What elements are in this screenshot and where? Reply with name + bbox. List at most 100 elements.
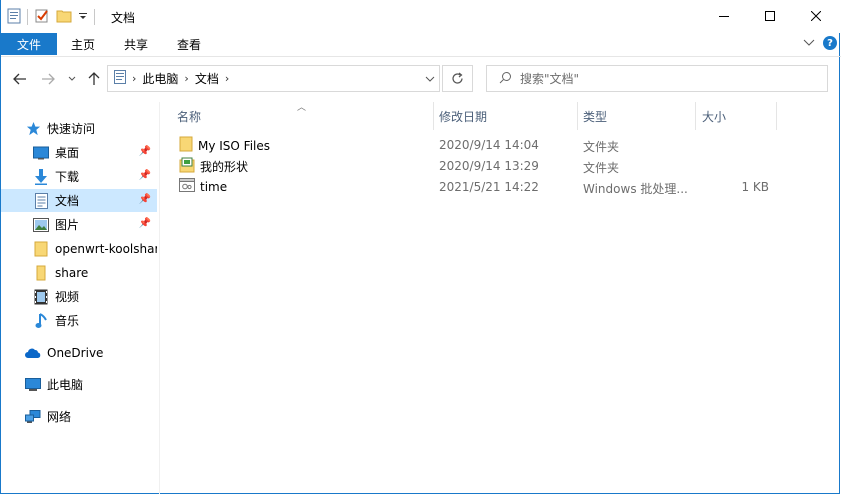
column-header-name[interactable]: 名称 [171, 102, 433, 130]
video-icon [33, 289, 49, 305]
sidebar-item-label: openwrt-koolshar [55, 241, 157, 256]
folder-icon [33, 241, 49, 257]
column-header-modified[interactable]: 修改日期 [433, 102, 577, 130]
maximize-button[interactable] [747, 0, 793, 32]
music-icon [33, 312, 49, 329]
sidebar-item-label: share [55, 265, 89, 280]
properties-icon[interactable] [34, 8, 50, 27]
chevron-right-icon[interactable]: › [132, 72, 136, 85]
file-row-my-iso-files[interactable]: My ISO Files 2020/9/14 14:04 文件夹 [175, 135, 795, 156]
tab-file[interactable]: 文件 [1, 33, 57, 55]
chevron-right-icon[interactable]: › [225, 72, 229, 85]
sidebar-item-music[interactable]: 音乐 [1, 309, 157, 332]
file-name[interactable]: 我的形状 [200, 158, 248, 175]
navigation-bar: › 此电脑 › 文档 › 搜索"文档" [1, 56, 841, 102]
sidebar-item-pictures[interactable]: 图片 📌 [1, 213, 157, 236]
file-type: 文件夹 [583, 161, 620, 175]
documents-icon [114, 70, 126, 87]
sidebar-item-downloads[interactable]: 下载 📌 [1, 165, 157, 188]
search-placeholder[interactable]: 搜索"文档" [520, 70, 579, 87]
new-folder-icon[interactable] [56, 8, 72, 27]
sidebar-item-label: OneDrive [47, 345, 104, 360]
ribbon-tabs: 文件 主页 共享 查看 ? [1, 33, 841, 57]
back-button[interactable] [11, 70, 29, 88]
title-bar[interactable]: 文档 [1, 0, 841, 33]
sidebar-item-label: 桌面 [55, 146, 80, 160]
sidebar-item-documents[interactable]: 文档 📌 [1, 189, 157, 212]
address-bar[interactable]: › 此电脑 › 文档 › [107, 65, 440, 92]
sidebar-item-quick-access[interactable]: 快速访问 [1, 117, 157, 140]
column-header-type[interactable]: 类型 [577, 102, 695, 130]
minimize-button[interactable] [701, 0, 747, 32]
up-button[interactable] [85, 70, 103, 88]
sidebar-item-label: 此电脑 [47, 378, 84, 392]
refresh-button[interactable] [442, 65, 473, 92]
window-title: 文档 [111, 11, 136, 25]
file-row-time[interactable]: time 2021/5/21 14:22 Windows 批处理... 1 KB [175, 177, 795, 198]
tab-share[interactable]: 共享 [118, 33, 154, 55]
pin-icon[interactable]: 📌 [139, 218, 151, 229]
file-type: Windows 批处理... [583, 182, 688, 196]
explorer-window: 文档 文件 主页 共享 查看 ? › 此电脑 › 文档 › 搜索"文档" 快速访… [0, 0, 841, 494]
file-type: 文件夹 [583, 140, 620, 154]
search-icon [499, 71, 512, 87]
shapes-folder-icon [179, 157, 195, 176]
pin-icon[interactable]: 📌 [139, 170, 151, 181]
sidebar-item-network[interactable]: 网络 [1, 405, 157, 428]
ribbon-controls: ? [803, 36, 837, 50]
batch-file-icon [179, 178, 195, 195]
column-header-size[interactable]: 大小 [696, 102, 776, 130]
qat-divider [27, 9, 28, 25]
sidebar-item-label: 快速访问 [47, 122, 96, 136]
recent-locations-button[interactable] [63, 70, 81, 88]
quick-access-toolbar [7, 6, 95, 28]
chevron-down-icon[interactable] [425, 72, 435, 86]
sidebar-item-onedrive[interactable]: OneDrive [1, 341, 157, 364]
star-icon [25, 121, 41, 137]
documents-icon[interactable] [7, 8, 21, 27]
file-name[interactable]: My ISO Files [198, 139, 270, 153]
tab-view[interactable]: 查看 [171, 33, 207, 55]
qat-divider [94, 9, 95, 25]
sidebar-item-label: 下载 [55, 170, 80, 184]
column-divider[interactable] [776, 102, 777, 130]
sidebar-item-label: 图片 [55, 218, 80, 232]
download-icon [33, 168, 49, 185]
breadcrumb-this-pc[interactable]: 此电脑 [142, 70, 178, 87]
sidebar-item-label: 网络 [47, 410, 72, 424]
network-icon [25, 409, 41, 425]
expand-ribbon-icon[interactable] [803, 36, 815, 50]
cloud-icon [25, 345, 41, 361]
file-row-my-shapes[interactable]: 我的形状 2020/9/14 13:29 文件夹 [175, 156, 795, 177]
sidebar-item-share[interactable]: share [1, 261, 157, 284]
file-modified: 2021/5/21 14:22 [439, 180, 539, 194]
help-icon[interactable]: ? [823, 36, 837, 50]
forward-button[interactable] [39, 70, 57, 88]
file-size: 1 KB [741, 180, 769, 194]
navigation-pane: 快速访问 桌面 📌 下载 📌 文档 📌 图片 📌 openwrt-koolsha… [1, 102, 160, 494]
sidebar-item-label: 视频 [55, 290, 80, 304]
file-list: ︿ 名称 修改日期 类型 大小 My ISO Files 2020/9/14 1… [159, 102, 841, 494]
file-modified: 2020/9/14 13:29 [439, 159, 539, 173]
documents-icon [33, 192, 49, 209]
pin-icon[interactable]: 📌 [139, 146, 151, 157]
chevron-right-icon[interactable]: › [184, 72, 188, 85]
search-box[interactable]: 搜索"文档" [486, 65, 828, 92]
close-button[interactable] [793, 0, 839, 32]
sidebar-item-openwrt-koolshar[interactable]: openwrt-koolshar [1, 237, 157, 260]
file-name[interactable]: time [200, 180, 227, 194]
sidebar-item-this-pc[interactable]: 此电脑 [1, 373, 157, 396]
file-modified: 2020/9/14 14:04 [439, 138, 539, 152]
folder-icon [33, 265, 49, 281]
sidebar-item-desktop[interactable]: 桌面 📌 [1, 141, 157, 164]
folder-icon [179, 136, 193, 155]
pictures-icon [33, 217, 49, 233]
sidebar-item-label: 音乐 [55, 314, 80, 328]
sidebar-item-videos[interactable]: 视频 [1, 285, 157, 308]
customize-qat-icon[interactable] [78, 10, 88, 24]
desktop-icon [33, 145, 49, 161]
pin-icon[interactable]: 📌 [139, 194, 151, 205]
sidebar-item-label: 文档 [55, 194, 80, 208]
tab-home[interactable]: 主页 [65, 33, 101, 55]
breadcrumb-documents[interactable]: 文档 [195, 70, 219, 87]
